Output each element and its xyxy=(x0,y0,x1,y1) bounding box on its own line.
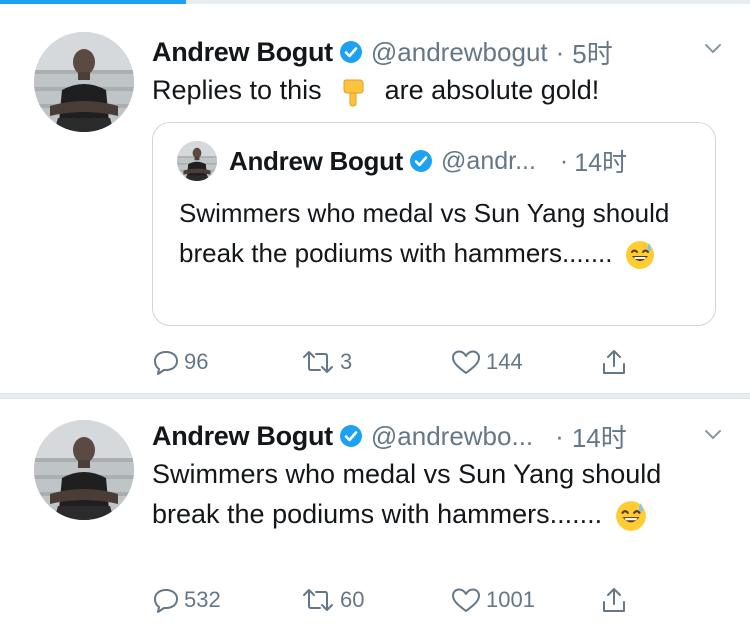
retweet-count: 3 xyxy=(340,349,353,374)
separator-dot: · xyxy=(555,36,565,67)
tweet-card[interactable]: Andrew Bogut @andrewbo... · 14时 Swimmers… xyxy=(0,400,750,642)
separator-dot: · xyxy=(559,146,569,175)
quoted-header: Andrew Bogut @andr... · 14时 xyxy=(229,141,627,181)
retweet-count: 60 xyxy=(340,587,365,612)
quoted-avatar xyxy=(177,141,217,181)
quoted-author-name: Andrew Bogut xyxy=(229,145,404,176)
tweet-text-end: are absolute gold! xyxy=(384,75,600,105)
reply-button[interactable]: 96 xyxy=(152,342,208,382)
quoted-tweet-time: 14时 xyxy=(574,149,628,177)
tweet-text-body: Swimmers who medal vs Sun Yang should br… xyxy=(152,459,662,529)
share-button[interactable] xyxy=(600,580,628,620)
like-icon xyxy=(450,348,482,376)
like-icon xyxy=(450,586,482,614)
author-name[interactable]: Andrew Bogut xyxy=(152,421,333,452)
quoted-tweet[interactable]: Andrew Bogut @andr... · 14时 Swimmers who… xyxy=(152,122,716,326)
author-handle[interactable]: @andrewbogut xyxy=(371,37,548,68)
retweet-icon xyxy=(300,348,336,376)
tab-indicator-bar xyxy=(0,0,750,4)
grinning-sweat-emoji-icon xyxy=(614,499,648,533)
tweet-header: Andrew Bogut @andrewbogut · 5时 xyxy=(152,32,613,72)
chevron-down-icon[interactable] xyxy=(702,424,724,446)
separator-dot: · xyxy=(555,420,564,451)
tweet-text-start: Replies to this xyxy=(152,75,322,105)
grinning-sweat-emoji-icon xyxy=(624,239,656,271)
like-count: 144 xyxy=(486,349,523,374)
quoted-author-handle: @andr... xyxy=(441,146,536,175)
reply-count: 96 xyxy=(184,349,209,374)
verified-badge-icon xyxy=(339,424,363,448)
like-count: 1001 xyxy=(486,587,535,612)
like-button[interactable]: 144 xyxy=(450,342,523,382)
quoted-text-body: Swimmers who medal vs Sun Yang should br… xyxy=(179,198,670,268)
reply-icon xyxy=(152,348,180,376)
retweet-button[interactable]: 60 xyxy=(300,580,364,620)
share-icon xyxy=(600,348,628,376)
tweet-time[interactable]: 5时 xyxy=(572,34,612,71)
tweet-text: Replies to this are absolute gold! xyxy=(152,70,599,110)
avatar[interactable] xyxy=(34,420,134,520)
active-tab-indicator xyxy=(0,0,186,4)
tweet-actions: 532 60 1001 xyxy=(152,580,652,620)
reply-icon xyxy=(152,586,180,614)
tweet-card[interactable]: Andrew Bogut @andrewbogut · 5时 Replies t… xyxy=(0,8,750,392)
reply-button[interactable]: 532 xyxy=(152,580,221,620)
author-handle[interactable]: @andrewbo... xyxy=(371,421,533,452)
quoted-tweet-text: Swimmers who medal vs Sun Yang should br… xyxy=(179,193,699,273)
tweet-actions: 96 3 144 xyxy=(152,342,652,382)
like-button[interactable]: 1001 xyxy=(450,580,535,620)
tweet-text: Swimmers who medal vs Sun Yang should br… xyxy=(152,454,672,534)
tweet-time[interactable]: 14时 xyxy=(572,418,627,455)
pointing-down-emoji-icon xyxy=(337,76,369,108)
verified-badge-icon xyxy=(339,40,363,64)
retweet-icon xyxy=(300,586,336,614)
retweet-button[interactable]: 3 xyxy=(300,342,352,382)
reply-count: 532 xyxy=(184,587,221,612)
tweet-divider xyxy=(0,393,750,399)
chevron-down-icon[interactable] xyxy=(702,38,724,60)
avatar[interactable] xyxy=(34,32,134,132)
author-name[interactable]: Andrew Bogut xyxy=(152,37,333,68)
tweet-header: Andrew Bogut @andrewbo... · 14时 xyxy=(152,416,627,456)
share-button[interactable] xyxy=(600,342,628,382)
share-icon xyxy=(600,586,628,614)
verified-badge-icon xyxy=(409,149,433,173)
